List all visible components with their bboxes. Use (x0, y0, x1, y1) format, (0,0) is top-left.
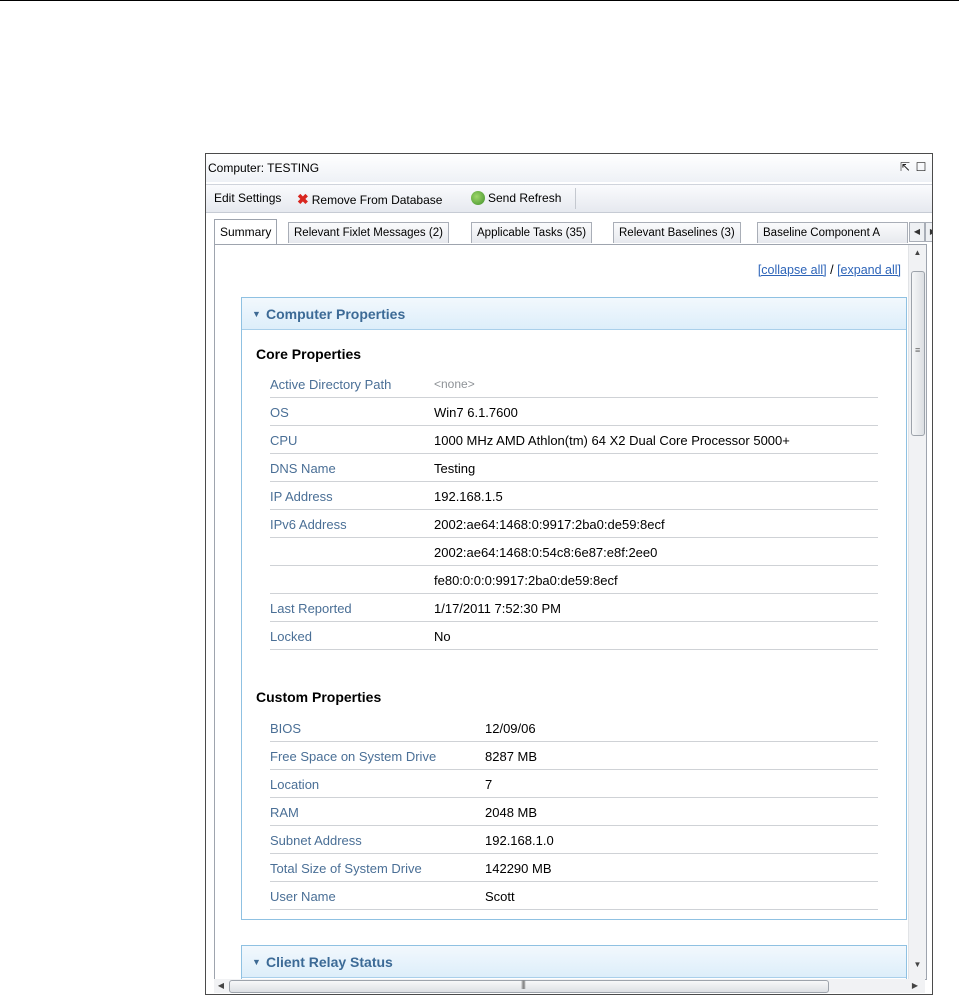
core-row-ipv6-address-3: fe80:0:0:0:9917:2ba0:de59:8ecf (270, 566, 878, 594)
toolbar-separator (575, 188, 576, 209)
custom-row-ram: RAM 2048 MB (270, 798, 878, 826)
links-separator: / (830, 263, 834, 277)
prop-name: Free Space on System Drive (270, 749, 437, 764)
prop-value: 2002:ae64:1468:0:9917:2ba0:de59:8ecf (434, 517, 665, 532)
triangle-down-icon: ▼ (252, 309, 261, 319)
custom-row-total-size: Total Size of System Drive 142290 MB (270, 854, 878, 882)
core-row-os: OS Win7 6.1.7600 (270, 398, 878, 426)
prop-value: <none> (434, 377, 475, 391)
prop-value: Testing (434, 461, 476, 476)
collapse-all-link[interactable]: [collapse all] (758, 263, 827, 277)
tab-summary[interactable]: Summary (214, 219, 278, 244)
prop-value: No (434, 629, 451, 644)
send-refresh-button[interactable]: Send Refresh (471, 191, 561, 205)
core-row-ipv6-address-2: 2002:ae64:1468:0:54c8:6e87:e8f:2ee0 (270, 538, 878, 566)
custom-row-user-name: User Name Scott (270, 882, 878, 910)
collapse-expand-links: [collapse all] / [expand all] (758, 263, 901, 277)
prop-value: Scott (485, 889, 515, 904)
custom-row-subnet-address: Subnet Address 192.168.1.0 (270, 826, 878, 854)
client-relay-status-header[interactable]: ▼ Client Relay Status (242, 946, 906, 978)
client-relay-status-title: Client Relay Status (266, 954, 393, 970)
vertical-scrollbar[interactable]: ▲ ≡ ▼ (908, 245, 926, 979)
window-title: Computer: TESTING (208, 161, 320, 175)
prop-value: 2048 MB (485, 805, 538, 820)
grip-icon: ≡ (915, 345, 921, 355)
remove-from-database-label: Remove From Database (311, 193, 443, 207)
prop-name: Total Size of System Drive (270, 861, 422, 876)
remove-from-database-button[interactable]: ✖ Remove From Database (297, 191, 442, 208)
tab-scroll-right-icon[interactable]: ▶ (925, 222, 932, 242)
client-relay-status-panel: ▼ Client Relay Status (241, 945, 907, 979)
computer-properties-title: Computer Properties (266, 306, 406, 322)
core-row-locked: Locked No (270, 622, 878, 650)
prop-value: 2002:ae64:1468:0:54c8:6e87:e8f:2ee0 (434, 545, 658, 560)
prop-value: Win7 6.1.7600 (434, 405, 518, 420)
prop-value: 1000 MHz AMD Athlon(tm) 64 X2 Dual Core … (434, 433, 790, 448)
core-properties-title: Core Properties (256, 346, 362, 362)
custom-row-bios: BIOS 12/09/06 (270, 714, 878, 742)
prop-value: 12/09/06 (485, 721, 536, 736)
prop-name: Locked (270, 629, 312, 644)
tab-applicable-tasks[interactable]: Applicable Tasks (35) (471, 222, 593, 243)
refresh-icon (471, 191, 485, 205)
prop-value: 7 (485, 777, 493, 792)
custom-properties-title: Custom Properties (256, 689, 382, 705)
top-border-line (0, 0, 959, 1)
core-row-cpu: CPU 1000 MHz AMD Athlon(tm) 64 X2 Dual C… (270, 426, 878, 454)
prop-name: OS (270, 405, 289, 420)
restore-icon[interactable]: ⇱ (898, 160, 912, 174)
core-row-active-directory-path: Active Directory Path <none> (270, 370, 878, 398)
maximize-icon[interactable]: ☐ (914, 160, 928, 174)
prop-name: IP Address (270, 489, 333, 504)
prop-name: CPU (270, 433, 298, 448)
horizontal-scrollbar[interactable]: ◀ ||| ▶ (214, 979, 925, 993)
custom-row-location: Location 7 (270, 770, 878, 798)
vertical-scroll-thumb[interactable]: ≡ (911, 271, 925, 436)
edit-settings-button[interactable]: Edit Settings (214, 191, 281, 205)
core-row-dns-name: DNS Name Testing (270, 454, 878, 482)
core-row-ipv6-address: IPv6 Address 2002:ae64:1468:0:9917:2ba0:… (270, 510, 878, 538)
title-bar: Computer: TESTING ⇱ ☐ (206, 154, 932, 182)
prop-name: Active Directory Path (270, 377, 392, 392)
prop-value: 1/17/2011 7:52:30 PM (434, 601, 561, 616)
send-refresh-label: Send Refresh (488, 191, 562, 205)
core-row-ip-address: IP Address 192.168.1.5 (270, 482, 878, 510)
prop-name: User Name (270, 889, 336, 904)
triangle-down-icon: ▼ (252, 957, 261, 967)
summary-content: [collapse all] / [expand all] ▼ Computer… (214, 244, 927, 980)
scroll-right-icon[interactable]: ▶ (908, 979, 922, 993)
prop-name: Location (270, 777, 320, 792)
computer-properties-panel: ▼ Computer Properties Core Properties Ac… (241, 297, 907, 920)
prop-value: fe80:0:0:0:9917:2ba0:de59:8ecf (434, 573, 618, 588)
tab-strip: Summary Relevant Fixlet Messages (2) App… (206, 219, 932, 244)
computer-window: Computer: TESTING ⇱ ☐ Edit Settings ✖ Rem… (205, 153, 933, 995)
prop-value: 8287 MB (485, 749, 538, 764)
tab-relevant-baselines[interactable]: Relevant Baselines (3) (613, 222, 741, 243)
prop-name: IPv6 Address (270, 517, 347, 532)
prop-name: BIOS (270, 721, 302, 736)
prop-name: Subnet Address (270, 833, 362, 848)
prop-value: 142290 MB (485, 861, 552, 876)
prop-value: 192.168.1.5 (434, 489, 503, 504)
grip-icon: ||| (521, 979, 526, 989)
custom-row-free-space: Free Space on System Drive 8287 MB (270, 742, 878, 770)
scroll-down-icon[interactable]: ▼ (909, 957, 926, 973)
tab-scroll-left-icon[interactable]: ◀ (909, 222, 925, 242)
red-x-icon: ✖ (297, 191, 309, 207)
core-row-last-reported: Last Reported 1/17/2011 7:52:30 PM (270, 594, 878, 622)
prop-name: Last Reported (270, 601, 352, 616)
tab-relevant-fixlet-messages[interactable]: Relevant Fixlet Messages (2) (288, 222, 449, 243)
horizontal-scroll-thumb[interactable]: ||| (229, 979, 829, 993)
scroll-left-icon[interactable]: ◀ (214, 979, 228, 993)
expand-all-link[interactable]: [expand all] (837, 263, 901, 277)
prop-name: RAM (270, 805, 299, 820)
tab-baseline-component[interactable]: Baseline Component A (757, 222, 908, 243)
prop-value: 192.168.1.0 (485, 833, 554, 848)
toolbar: Edit Settings ✖ Remove From Database Send… (206, 184, 932, 213)
prop-name: DNS Name (270, 461, 336, 476)
computer-properties-header[interactable]: ▼ Computer Properties (242, 298, 906, 330)
scroll-up-icon[interactable]: ▲ (909, 245, 926, 261)
